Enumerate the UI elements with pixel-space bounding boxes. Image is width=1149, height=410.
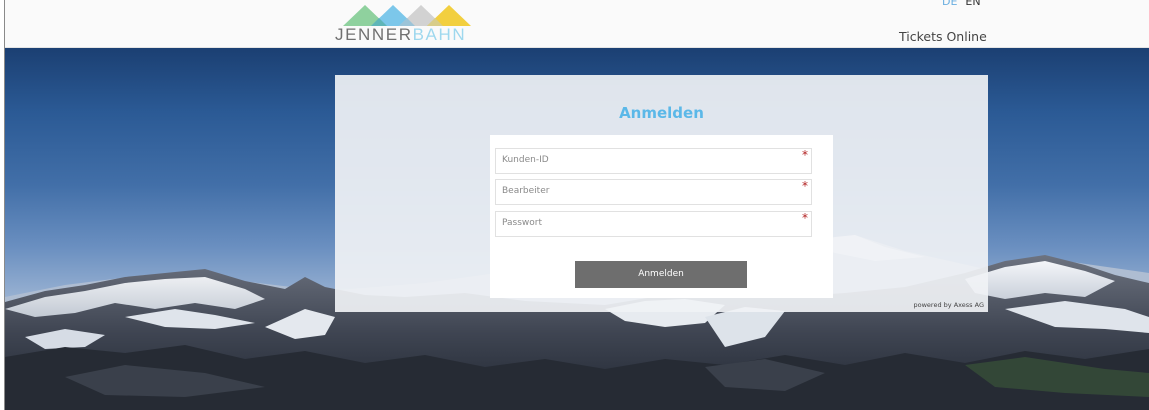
- operator-field[interactable]: Bearbeiter *: [495, 179, 812, 205]
- password-field[interactable]: Passwort *: [495, 211, 812, 237]
- logo-wordmark-part-1: JENNER: [335, 25, 413, 44]
- logo-wordmark-part-2: BAHN: [412, 25, 467, 44]
- powered-by-text: powered by Axess AG: [913, 301, 984, 309]
- login-form: Kunden-ID * Bearbeiter * Passwort * Anme…: [490, 135, 833, 298]
- jennerbahn-logo[interactable]: JENNERBAHN: [335, 2, 480, 46]
- tickets-online-link[interactable]: Tickets Online: [899, 29, 987, 44]
- operator-placeholder: Bearbeiter: [502, 186, 550, 196]
- required-marker: *: [802, 211, 808, 225]
- login-submit-button[interactable]: Anmelden: [575, 261, 747, 288]
- customer-id-placeholder: Kunden-ID: [502, 155, 549, 165]
- site-header: JENNERBAHN DE EN Tickets Online: [5, 0, 1149, 48]
- window-left-border: [0, 0, 5, 410]
- language-switcher: DE EN: [942, 0, 981, 8]
- required-marker: *: [802, 148, 808, 162]
- login-title: Anmelden: [619, 104, 704, 122]
- required-marker: *: [802, 179, 808, 193]
- lang-en-link[interactable]: EN: [965, 0, 980, 8]
- lang-de-link[interactable]: DE: [942, 0, 957, 8]
- password-placeholder: Passwort: [502, 218, 543, 228]
- logo-wordmark: JENNERBAHN: [335, 25, 466, 45]
- customer-id-field[interactable]: Kunden-ID *: [495, 148, 812, 174]
- login-panel: Anmelden Kunden-ID * Bearbeiter * Passwo…: [335, 75, 988, 312]
